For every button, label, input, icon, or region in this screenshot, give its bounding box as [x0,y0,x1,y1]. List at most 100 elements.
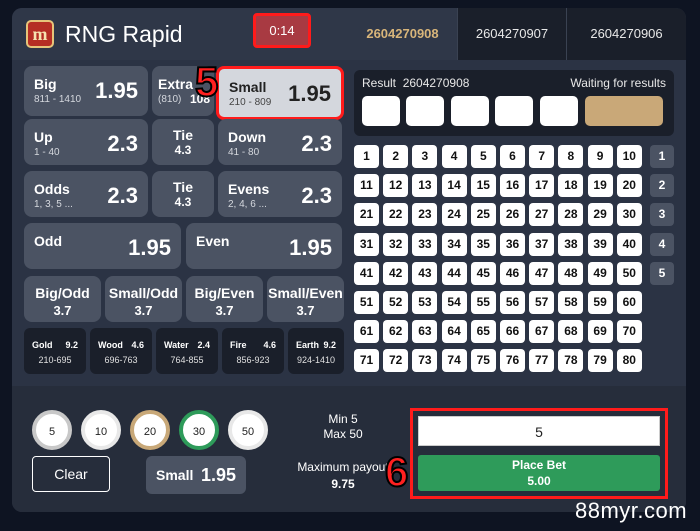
chip-50[interactable]: 50 [228,410,268,450]
number-cell[interactable]: 38 [558,232,584,256]
bet-water[interactable]: Water 2.4 764-855 [156,328,218,374]
number-cell[interactable]: 60 [616,291,642,314]
bet-down[interactable]: Down 41 - 80 2.3 [218,119,342,165]
number-cell[interactable]: 62 [383,320,409,344]
number-cell[interactable]: 50 [616,261,642,285]
number-cell[interactable]: 41 [354,261,379,285]
number-cell[interactable]: 13 [412,174,438,198]
chip-30[interactable]: 30 [179,410,219,450]
tab-draw-previous[interactable]: 2604270907 [457,8,566,60]
number-cell[interactable]: 74 [441,349,467,373]
number-cell[interactable]: 61 [354,320,379,344]
number-cell[interactable]: 7 [529,145,555,168]
number-cell[interactable]: 78 [558,349,584,373]
number-cell[interactable]: 31 [354,232,379,256]
number-cell[interactable]: 43 [412,261,438,285]
number-cell[interactable]: 67 [529,320,555,344]
bet-big-even[interactable]: Big/Even 3.7 [186,276,263,322]
chip-20[interactable]: 20 [130,410,170,450]
number-cell[interactable]: 40 [616,232,642,256]
bet-earth[interactable]: Earth 9.2 924-1410 [288,328,344,374]
number-cell[interactable]: 58 [558,291,584,314]
number-cell[interactable]: 45 [470,261,496,285]
number-cell[interactable]: 70 [616,320,642,344]
bet-gold[interactable]: Gold 9.2 210-695 [24,328,86,374]
number-cell[interactable]: 55 [470,291,496,314]
bet-wood[interactable]: Wood 4.6 696-763 [90,328,152,374]
bet-fire[interactable]: Fire 4.6 856-923 [222,328,284,374]
bet-amount-input[interactable]: 5 [418,416,660,446]
place-bet-button[interactable]: Place Bet 5.00 [418,455,660,491]
number-cell[interactable]: 16 [500,174,525,198]
number-cell[interactable]: 24 [441,203,467,227]
number-cell[interactable]: 75 [470,349,496,373]
number-cell[interactable]: 57 [529,291,555,314]
number-cell[interactable]: 8 [558,145,584,168]
number-cell[interactable]: 76 [500,349,525,373]
clear-button[interactable]: Clear [32,456,110,492]
number-cell[interactable]: 46 [500,261,525,285]
number-cell[interactable]: 51 [354,291,379,314]
number-cell[interactable]: 73 [412,349,438,373]
number-cell[interactable]: 59 [587,291,613,314]
bet-small-even[interactable]: Small/Even 3.7 [267,276,344,322]
number-cell[interactable]: 47 [529,261,555,285]
tab-draw-current[interactable]: 2604270908 [348,8,457,60]
number-cell[interactable]: 17 [529,174,555,198]
number-cell[interactable]: 39 [587,232,613,256]
number-cell[interactable]: 15 [470,174,496,198]
number-cell[interactable]: 53 [412,291,438,314]
number-cell[interactable]: 52 [383,291,409,314]
bet-big[interactable]: Big 811 - 1410 1.95 [24,66,148,116]
number-cell[interactable]: 35 [470,232,496,256]
number-cell[interactable]: 4 [441,145,467,168]
number-cell[interactable]: 14 [441,174,467,198]
number-cell[interactable]: 37 [529,232,555,256]
number-cell[interactable]: 27 [529,203,555,227]
number-cell[interactable]: 28 [558,203,584,227]
number-cell[interactable]: 42 [383,261,409,285]
number-cell[interactable]: 48 [558,261,584,285]
number-cell[interactable]: 66 [500,320,525,344]
bet-odds-numbers[interactable]: Odds 1, 3, 5 ... 2.3 [24,171,148,217]
number-cell[interactable]: 11 [354,174,379,198]
number-cell[interactable]: 20 [616,174,642,198]
number-cell[interactable]: 25 [470,203,496,227]
number-cell[interactable]: 33 [412,232,438,256]
number-cell[interactable]: 9 [587,145,613,168]
bet-small-odd[interactable]: Small/Odd 3.7 [105,276,182,322]
number-cell[interactable]: 80 [616,349,642,373]
number-cell[interactable]: 65 [470,320,496,344]
number-cell[interactable]: 32 [383,232,409,256]
number-cell[interactable]: 69 [587,320,613,344]
number-cell[interactable]: 1 [354,145,379,168]
bet-tie-updown[interactable]: Tie 4.3 [152,119,214,165]
number-cell[interactable]: 22 [383,203,409,227]
row-selector[interactable]: 4 [650,232,674,256]
number-cell[interactable]: 21 [354,203,379,227]
number-cell[interactable]: 5 [470,145,496,168]
number-cell[interactable]: 30 [616,203,642,227]
number-cell[interactable]: 68 [558,320,584,344]
number-cell[interactable]: 71 [354,349,379,373]
number-cell[interactable]: 36 [500,232,525,256]
bet-evens-numbers[interactable]: Evens 2, 4, 6 ... 2.3 [218,171,342,217]
number-cell[interactable]: 6 [500,145,525,168]
number-cell[interactable]: 34 [441,232,467,256]
bet-up[interactable]: Up 1 - 40 2.3 [24,119,148,165]
bet-even[interactable]: Even 1.95 [186,223,342,269]
row-selector[interactable]: 2 [650,174,674,198]
bet-tie-oddeven[interactable]: Tie 4.3 [152,171,214,217]
bet-big-odd[interactable]: Big/Odd 3.7 [24,276,101,322]
number-cell[interactable]: 19 [587,174,613,198]
bet-odd[interactable]: Odd 1.95 [24,223,181,269]
row-selector[interactable]: 5 [650,261,674,285]
row-selector[interactable]: 3 [650,203,674,227]
number-cell[interactable]: 23 [412,203,438,227]
number-cell[interactable]: 44 [441,261,467,285]
number-cell[interactable]: 10 [616,145,642,168]
chip-5[interactable]: 5 [32,410,72,450]
number-cell[interactable]: 64 [441,320,467,344]
chip-10[interactable]: 10 [81,410,121,450]
number-cell[interactable]: 12 [383,174,409,198]
